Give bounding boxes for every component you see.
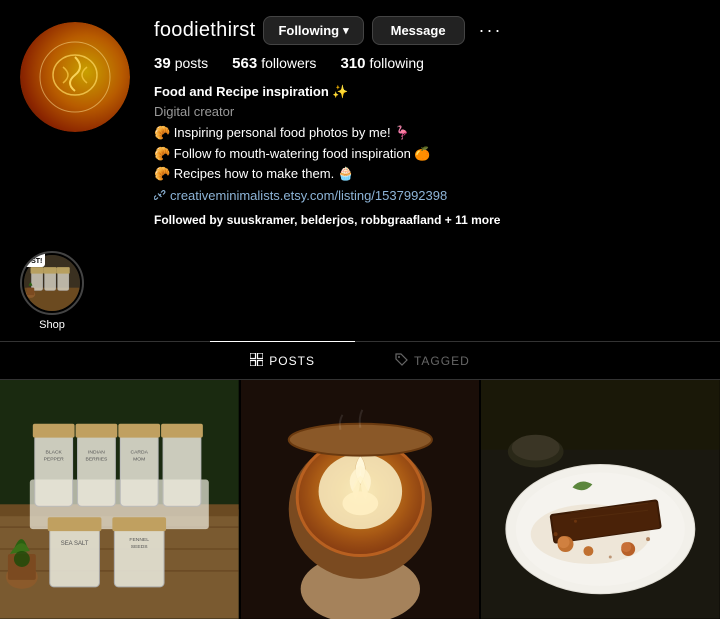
following-count: 310 bbox=[340, 55, 365, 72]
svg-text:INDIAN: INDIAN bbox=[88, 450, 105, 456]
grid-item-2[interactable] bbox=[241, 380, 480, 619]
stats-row: 39 posts 563 followers 310 following bbox=[154, 55, 700, 72]
followers-count: 563 bbox=[232, 55, 257, 72]
grid-image-3 bbox=[481, 380, 720, 619]
more-options-button[interactable]: ··· bbox=[473, 18, 509, 43]
tab-posts-label: POSTS bbox=[269, 354, 315, 368]
grid-image-2 bbox=[241, 380, 480, 619]
followed-by: Followed by suuskramer, belderjos, robbg… bbox=[154, 211, 700, 229]
highlights-section: NEWPOST! bbox=[0, 239, 720, 337]
bio-link-text[interactable]: creativeminimalists.etsy.com/listing/153… bbox=[170, 186, 447, 206]
svg-text:SEEDS: SEEDS bbox=[131, 544, 149, 550]
posts-count: 39 bbox=[154, 55, 171, 72]
photo-grid: BLACK PEPPER INDIAN BERRIES CARDA MOM SE… bbox=[0, 380, 720, 619]
followers-label: followers bbox=[261, 55, 316, 71]
profile-info: foodiethirst Following Message ··· 39 po… bbox=[154, 12, 700, 229]
following-stat[interactable]: 310 following bbox=[340, 55, 424, 72]
svg-text:MOM: MOM bbox=[133, 457, 145, 463]
bio-name: Food and Recipe inspiration ✨ bbox=[154, 82, 700, 102]
tabs-section: POSTS TAGGED bbox=[0, 341, 720, 380]
bio-line-1: 🥐 Inspiring personal food photos by me! … bbox=[154, 123, 700, 143]
grid-item-1[interactable]: BLACK PEPPER INDIAN BERRIES CARDA MOM SE… bbox=[0, 380, 239, 619]
new-post-badge: NEWPOST! bbox=[20, 251, 45, 267]
grid-image-1: BLACK PEPPER INDIAN BERRIES CARDA MOM SE… bbox=[0, 380, 239, 619]
highlight-shop[interactable]: NEWPOST! bbox=[20, 251, 84, 331]
bio-section: Food and Recipe inspiration ✨ Digital cr… bbox=[154, 82, 700, 229]
tag-icon bbox=[395, 353, 408, 369]
following-label: following bbox=[369, 55, 423, 71]
svg-text:BERRIES: BERRIES bbox=[86, 457, 108, 463]
tab-tagged-label: TAGGED bbox=[414, 354, 470, 368]
followed-by-more: + 11 more bbox=[445, 213, 501, 227]
tab-tagged[interactable]: TAGGED bbox=[355, 342, 510, 379]
bio-role: Digital creator bbox=[154, 102, 700, 122]
bio-line-2: 🥐 Follow fo mouth-watering food inspirat… bbox=[154, 144, 700, 164]
followers-stat[interactable]: 563 followers bbox=[232, 55, 316, 72]
message-button[interactable]: Message bbox=[372, 16, 465, 45]
svg-text:SEA SALT: SEA SALT bbox=[61, 541, 89, 547]
svg-text:BLACK: BLACK bbox=[46, 450, 63, 456]
bio-link[interactable]: creativeminimalists.etsy.com/listing/153… bbox=[154, 186, 700, 206]
username: foodiethirst bbox=[154, 19, 255, 42]
bio-line-3: 🥐 Recipes how to make them. 🧁 bbox=[154, 164, 700, 184]
avatar[interactable] bbox=[20, 22, 130, 132]
highlight-ring: NEWPOST! bbox=[20, 251, 84, 315]
link-icon bbox=[154, 189, 166, 201]
followed-by-names: suuskramer, belderjos, robbgraafland bbox=[227, 213, 442, 227]
profile-section: foodiethirst Following Message ··· 39 po… bbox=[0, 0, 720, 239]
svg-text:FENNEL: FENNEL bbox=[129, 537, 149, 543]
posts-label: posts bbox=[175, 55, 208, 71]
username-row: foodiethirst Following Message ··· bbox=[154, 16, 700, 45]
posts-stat[interactable]: 39 posts bbox=[154, 55, 208, 72]
highlight-label: Shop bbox=[39, 319, 65, 331]
following-button[interactable]: Following bbox=[263, 16, 363, 45]
grid-icon bbox=[250, 353, 263, 369]
tab-posts[interactable]: POSTS bbox=[210, 341, 355, 379]
svg-text:PEPPER: PEPPER bbox=[44, 457, 65, 463]
svg-text:CARDA: CARDA bbox=[131, 450, 149, 456]
grid-item-3[interactable] bbox=[481, 380, 720, 619]
